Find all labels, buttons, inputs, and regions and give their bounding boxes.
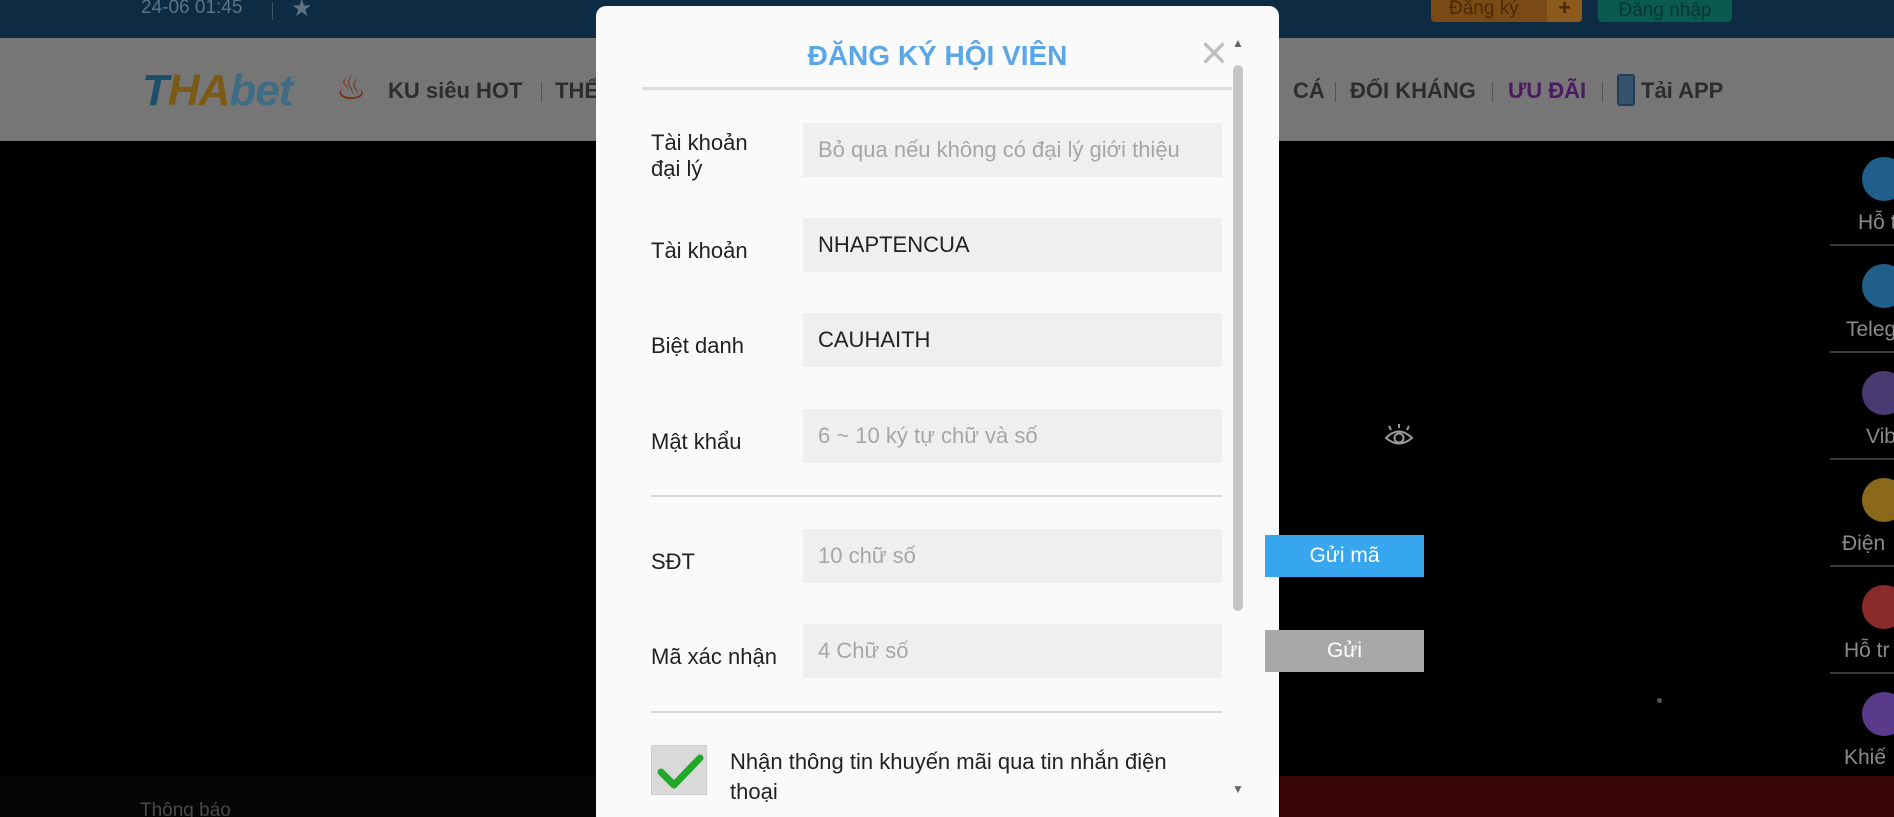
- sidebar-item-complaint[interactable]: Khiế: [1830, 676, 1894, 781]
- account-label: Tài khoản: [651, 238, 748, 263]
- section-divider: [651, 495, 1222, 497]
- account-field: [803, 218, 1222, 272]
- sidebar-item-label: Hỗ tr: [1844, 639, 1890, 662]
- phone-call-icon: [1862, 478, 1894, 522]
- modal-title: ĐĂNG KÝ HỘI VIÊN: [807, 40, 1068, 71]
- phone-field: Gửi mã: [803, 529, 1424, 583]
- phone-input[interactable]: [803, 529, 1243, 583]
- sidebar-item-transfer-support[interactable]: Hỗ tr: [1830, 569, 1894, 674]
- logo-part-1: T: [142, 66, 169, 115]
- password-label: Mật khẩu: [651, 429, 742, 454]
- verification-code-input[interactable]: [803, 624, 1243, 678]
- sidebar-item-label: Vib: [1866, 425, 1894, 448]
- nav-item-promotions[interactable]: ƯU ĐÃI: [1508, 78, 1586, 104]
- promo-checkbox-label: Nhận thông tin khuyến mãi qua tin nhắn đ…: [730, 749, 1167, 804]
- nav-item-sports[interactable]: THỂ: [555, 78, 599, 104]
- sidebar-item-label: Điện: [1842, 532, 1886, 555]
- star-icon[interactable]: ★: [291, 0, 313, 23]
- notice-label: Thông báo: [140, 800, 231, 817]
- nav-divider: [1602, 82, 1603, 102]
- complaint-icon: [1862, 692, 1894, 736]
- agent-account-label: Tài khoản đại lý: [651, 130, 748, 182]
- checkmark-icon: [657, 754, 704, 789]
- section-divider: [651, 711, 1222, 713]
- flame-icon: ♨: [336, 69, 367, 107]
- datetime: 24-06 01:45: [141, 0, 243, 18]
- top-bar-divider: [272, 2, 273, 20]
- send-code-button[interactable]: Gửi mã: [1265, 535, 1424, 577]
- title-divider: [642, 87, 1232, 90]
- nickname-field: [803, 313, 1222, 367]
- telegram-icon: [1862, 264, 1894, 308]
- bottom-banner: [1280, 776, 1894, 817]
- scrollbar-thumb[interactable]: [1233, 65, 1243, 611]
- scroll-down-arrow-icon[interactable]: ▼: [1232, 783, 1244, 795]
- nickname-label: Biệt danh: [651, 333, 744, 358]
- viber-icon: [1862, 371, 1894, 415]
- account-input[interactable]: [803, 218, 1222, 272]
- sidebar-item-support[interactable]: Hỗ t: [1830, 141, 1894, 246]
- sidebar-item-phone[interactable]: Điện: [1830, 462, 1894, 567]
- agent-account-field: [803, 123, 1222, 177]
- site-logo[interactable]: THAbet: [142, 66, 293, 116]
- password-field: [803, 409, 1414, 463]
- sidebar-item-label: Khiế: [1844, 746, 1887, 769]
- verification-code-label: Mã xác nhận: [651, 644, 777, 669]
- login-button[interactable]: Đăng nhập: [1598, 0, 1732, 22]
- logo-part-3: bet: [229, 66, 293, 115]
- right-sidebar: Hỗ t Teleg Vib Điện Hỗ tr Khiế: [1830, 141, 1894, 781]
- nav-divider: [541, 82, 542, 102]
- logo-part-2: HA: [167, 66, 231, 115]
- agent-account-label-line2: đại lý: [651, 156, 703, 181]
- nav-item-versus[interactable]: ĐỐI KHÁNG: [1350, 78, 1476, 104]
- register-modal: ĐĂNG KÝ HỘI VIÊN × Tài khoản đại lý Tài …: [596, 6, 1424, 817]
- register-button[interactable]: Đăng ký +: [1431, 0, 1582, 22]
- nav-divider: [1492, 82, 1493, 102]
- nav-item-ku-hot[interactable]: KU siêu HOT: [388, 78, 522, 104]
- decorative-dot: [1657, 698, 1662, 703]
- mobile-phone-icon: [1617, 74, 1635, 106]
- promo-checkbox[interactable]: [651, 745, 707, 795]
- scroll-up-arrow-icon[interactable]: ▲: [1232, 37, 1244, 49]
- headset-icon: [1862, 157, 1894, 201]
- phone-label: SĐT: [651, 549, 695, 574]
- register-button-label: Đăng ký: [1449, 0, 1519, 19]
- submit-code-button[interactable]: Gửi: [1265, 630, 1424, 672]
- eye-icon[interactable]: [1384, 423, 1414, 449]
- close-icon[interactable]: ×: [1196, 30, 1232, 78]
- transfer-icon: [1862, 585, 1894, 629]
- agent-account-input[interactable]: [803, 123, 1222, 177]
- sidebar-item-label: Teleg: [1846, 318, 1894, 341]
- password-input[interactable]: [803, 409, 1222, 463]
- modal-scrollbar[interactable]: ▲ ▼: [1232, 37, 1244, 798]
- sidebar-item-viber[interactable]: Vib: [1830, 355, 1894, 460]
- verification-code-field: Gửi: [803, 624, 1424, 678]
- agent-account-label-line1: Tài khoản: [651, 130, 748, 155]
- nickname-input[interactable]: [803, 313, 1222, 367]
- plus-icon: +: [1547, 0, 1582, 22]
- sidebar-item-telegram[interactable]: Teleg: [1830, 248, 1894, 353]
- nav-item-download-app[interactable]: Tải APP: [1641, 78, 1723, 104]
- nav-divider: [1335, 82, 1336, 102]
- nav-item-fishing[interactable]: CÁ: [1293, 78, 1325, 104]
- sidebar-item-label: Hỗ t: [1858, 211, 1894, 234]
